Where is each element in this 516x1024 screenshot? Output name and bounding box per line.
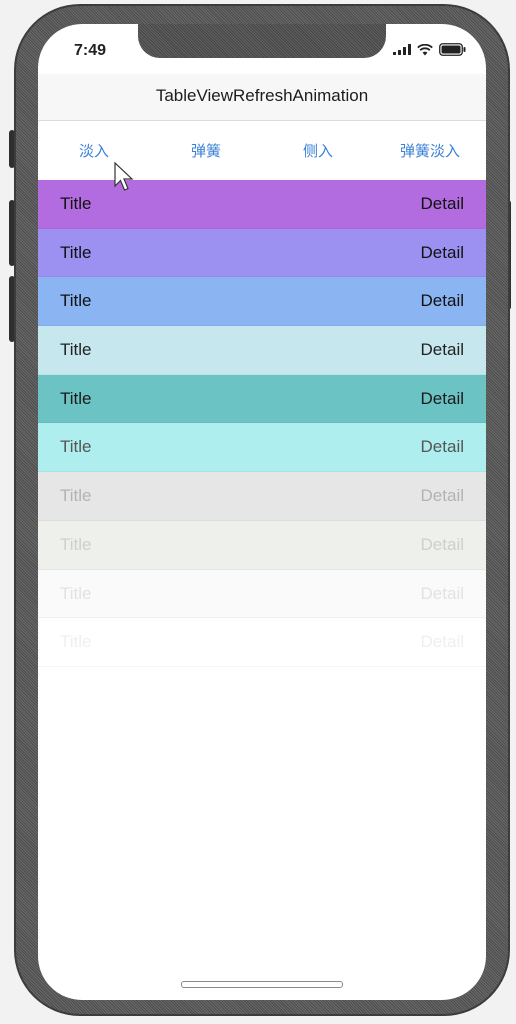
wifi-icon (417, 43, 433, 55)
table-row[interactable]: Title Detail (38, 326, 486, 375)
spring-fade-in-button[interactable]: 弹簧淡入 (374, 121, 486, 179)
navigation-bar: TableViewRefreshAnimation (38, 74, 486, 121)
signal-icon (393, 44, 411, 55)
table-row[interactable]: Title Detail (38, 618, 486, 667)
table-row[interactable]: Title Detail (38, 472, 486, 521)
table-row[interactable]: Title Detail (38, 277, 486, 327)
row-detail: Detail (420, 486, 464, 506)
mouse-cursor-icon (114, 162, 134, 191)
row-detail: Detail (420, 242, 464, 262)
row-title: Title (60, 388, 92, 408)
table-row[interactable]: Title Detail (38, 228, 486, 278)
table-view[interactable]: Title Detail Title Detail Title Detail Title De… (38, 180, 486, 667)
row-title: Title (60, 437, 92, 457)
phone-screen: 7:49 TableViewRefreshAnimation 淡入 弹簧 侧入 … (38, 24, 486, 1000)
row-detail: Detail (420, 583, 464, 603)
status-icons (393, 43, 466, 56)
row-detail: Detail (420, 194, 464, 213)
row-title: Title (60, 194, 92, 213)
row-title: Title (60, 340, 92, 360)
table-row[interactable]: Title Detail (38, 423, 486, 473)
nav-title: TableViewRefreshAnimation (155, 86, 369, 105)
status-time: 7:49 (74, 42, 107, 59)
row-detail: Detail (420, 340, 464, 360)
spring-button[interactable]: 弹簧 (150, 121, 262, 179)
row-title: Title (60, 242, 92, 262)
row-title: Title (60, 632, 92, 652)
battery-icon (439, 43, 466, 56)
row-title: Title (60, 583, 92, 603)
row-detail: Detail (420, 437, 464, 457)
home-indicator[interactable] (181, 981, 343, 988)
row-title: Title (60, 486, 92, 506)
table-row[interactable]: Title Detail (38, 374, 486, 424)
row-detail: Detail (420, 534, 464, 554)
slide-in-button[interactable]: 侧入 (262, 121, 374, 179)
device-notch (138, 24, 386, 58)
table-row[interactable]: Title Detail (38, 520, 486, 570)
animation-segment-bar: 淡入 弹簧 侧入 弹簧淡入 (38, 121, 486, 179)
row-title: Title (60, 534, 92, 554)
row-detail: Detail (420, 632, 464, 652)
row-detail: Detail (420, 291, 464, 311)
table-row[interactable]: Title Detail (38, 569, 486, 619)
row-detail: Detail (420, 388, 464, 408)
table-row[interactable]: Title Detail (38, 180, 486, 229)
simulator-stage: 7:49 TableViewRefreshAnimation 淡入 弹簧 侧入 … (0, 0, 516, 1024)
row-title: Title (60, 291, 92, 311)
